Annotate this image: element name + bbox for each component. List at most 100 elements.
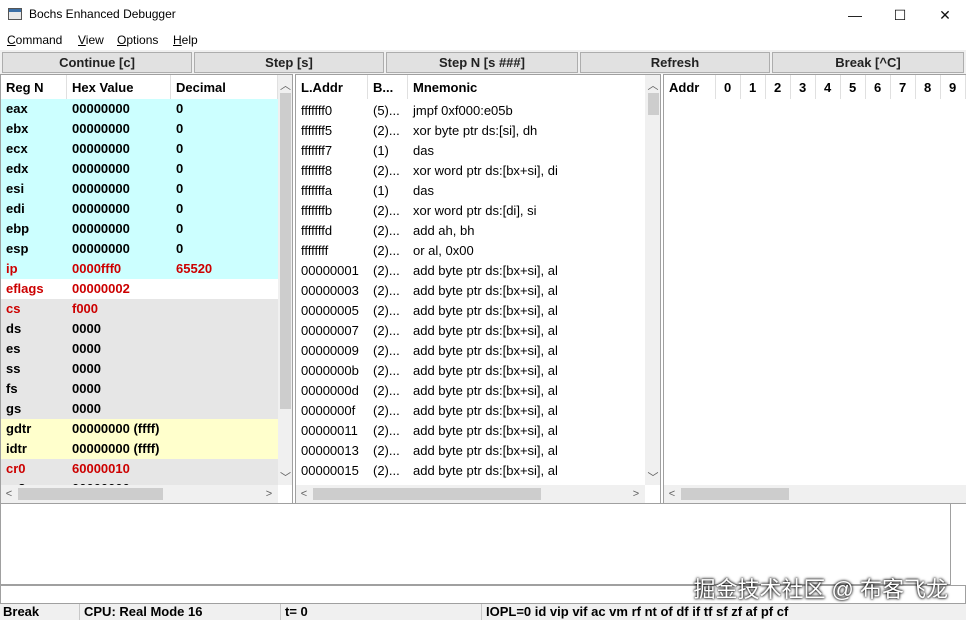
disassembly-row[interactable]: fffffff5 (2)... xor byte ptr ds:[si], dh (296, 121, 645, 141)
col-header-hex-value[interactable]: Hex Value (67, 75, 171, 99)
menu-options[interactable]: Options (117, 33, 158, 47)
register-hex-value: f000 (72, 301, 99, 316)
menu-command[interactable]: Command (7, 33, 62, 47)
scroll-down-arrow-icon[interactable]: ﹀ (645, 469, 660, 485)
col-header-byte-9[interactable]: 9 (941, 75, 966, 99)
registers-vertical-scrollbar[interactable]: ︿ ﹀ (278, 75, 292, 485)
col-header-linear-address[interactable]: L.Addr (296, 75, 368, 99)
disassembly-row[interactable]: fffffffa (1) das (296, 181, 645, 201)
scroll-right-arrow-icon[interactable]: > (261, 486, 277, 502)
col-header-addr[interactable]: Addr (664, 75, 716, 99)
register-row-fs[interactable]: fs 0000 (1, 379, 278, 399)
disassembly-vertical-scrollbar[interactable]: ︿ ﹀ (645, 75, 660, 485)
break-button[interactable]: Break [^C] (772, 52, 964, 73)
scroll-left-arrow-icon[interactable]: < (664, 486, 680, 502)
register-row-edx[interactable]: edx 00000000 0 (1, 159, 278, 179)
disassembly-row[interactable]: fffffffd (2)... add ah, bh (296, 221, 645, 241)
register-row-ds[interactable]: ds 0000 (1, 319, 278, 339)
menu-help[interactable]: Help (173, 33, 198, 47)
col-header-byte-8[interactable]: 8 (916, 75, 941, 99)
col-header-byte-7[interactable]: 7 (891, 75, 916, 99)
instruction-address: 00000007 (301, 323, 359, 338)
col-header-byte-3[interactable]: 3 (791, 75, 816, 99)
col-header-byte-6[interactable]: 6 (866, 75, 891, 99)
step-button[interactable]: Step [s] (194, 52, 384, 73)
register-row-ss[interactable]: ss 0000 (1, 359, 278, 379)
register-row-edi[interactable]: edi 00000000 0 (1, 199, 278, 219)
register-row-eflags[interactable]: eflags 00000002 (1, 279, 278, 299)
scroll-thumb[interactable] (280, 93, 291, 409)
register-row-ip[interactable]: ip 0000fff0 65520 (1, 259, 278, 279)
disassembly-row[interactable]: fffffff7 (1) das (296, 141, 645, 161)
scroll-right-arrow-icon[interactable]: > (628, 486, 644, 502)
scroll-thumb[interactable] (313, 488, 541, 500)
disassembly-row[interactable]: ffffffff (2)... or al, 0x00 (296, 241, 645, 261)
register-row-gs[interactable]: gs 0000 (1, 399, 278, 419)
scroll-left-arrow-icon[interactable]: < (1, 486, 17, 502)
app-icon (8, 8, 22, 20)
registers-horizontal-scrollbar[interactable]: < > (1, 485, 278, 503)
register-row-cr0[interactable]: cr0 60000010 (1, 459, 278, 479)
instruction-address: 00000011 (301, 423, 358, 438)
register-row-esi[interactable]: esi 00000000 0 (1, 179, 278, 199)
scroll-up-arrow-icon[interactable]: ︿ (645, 77, 660, 93)
scroll-thumb[interactable] (648, 93, 659, 115)
col-header-byte-5[interactable]: 5 (841, 75, 866, 99)
register-row-idtr[interactable]: idtr 00000000 (ffff) (1, 439, 278, 459)
menu-view[interactable]: View (78, 33, 104, 47)
instruction-bytes: (2)... (373, 223, 400, 238)
register-name: ebp (6, 221, 30, 236)
disassembly-row[interactable]: 00000003 (2)... add byte ptr ds:[bx+si], a… (296, 281, 645, 301)
register-row-ebx[interactable]: ebx 00000000 0 (1, 119, 278, 139)
register-row-ebp[interactable]: ebp 00000000 0 (1, 219, 278, 239)
disassembly-row[interactable]: 00000011 (2)... add byte ptr ds:[bx+si], a… (296, 421, 645, 441)
scroll-down-arrow-icon[interactable]: ﹀ (278, 469, 292, 485)
registers-panel[interactable]: Reg N Hex Value Decimal eax 00000000 0 ebx 0… (0, 74, 293, 504)
disassembly-row[interactable]: 0000000d (2)... add byte ptr ds:[bx+si], a… (296, 381, 645, 401)
col-header-reg-name[interactable]: Reg N (1, 75, 67, 99)
register-row-es[interactable]: es 0000 (1, 339, 278, 359)
col-header-decimal[interactable]: Decimal (171, 75, 278, 99)
scroll-up-arrow-icon[interactable]: ︿ (278, 77, 292, 93)
refresh-button[interactable]: Refresh (580, 52, 770, 73)
register-row-esp[interactable]: esp 00000000 0 (1, 239, 278, 259)
disassembly-row[interactable]: 00000009 (2)... add byte ptr ds:[bx+si], a… (296, 341, 645, 361)
menu-help-accel: H (173, 33, 182, 47)
register-row-cs[interactable]: cs f000 (1, 299, 278, 319)
disassembly-row[interactable]: 0000000b (2)... add byte ptr ds:[bx+si], a… (296, 361, 645, 381)
disassembly-row[interactable]: fffffff8 (2)... xor word ptr ds:[bx+si], d… (296, 161, 645, 181)
register-row-ecx[interactable]: ecx 00000000 0 (1, 139, 278, 159)
disassembly-row[interactable]: 00000001 (2)... add byte ptr ds:[bx+si], a… (296, 261, 645, 281)
memory-horizontal-scrollbar[interactable]: < (664, 485, 966, 503)
col-header-mnemonic[interactable]: Mnemonic (408, 75, 646, 99)
disassembly-panel[interactable]: L.Addr B... Mnemonic fffffff0 (5)... jmpf … (295, 74, 661, 504)
register-hex-value: 00000000 (ffff) (72, 421, 160, 436)
col-header-byte-4[interactable]: 4 (816, 75, 841, 99)
step-n-button[interactable]: Step N [s ###] (386, 52, 578, 73)
col-header-byte-0[interactable]: 0 (716, 75, 741, 99)
disassembly-row[interactable]: 00000013 (2)... add byte ptr ds:[bx+si], a… (296, 441, 645, 461)
memory-panel[interactable]: Addr 0123456789 < (663, 74, 966, 504)
col-header-byte-1[interactable]: 1 (741, 75, 766, 99)
scroll-left-arrow-icon[interactable]: < (296, 486, 312, 502)
continue-button[interactable]: Continue [c] (2, 52, 192, 73)
disassembly-horizontal-scrollbar[interactable]: < > (296, 485, 645, 503)
register-row-eax[interactable]: eax 00000000 0 (1, 99, 278, 119)
register-row-gdtr[interactable]: gdtr 00000000 (ffff) (1, 419, 278, 439)
close-button[interactable]: ✕ (922, 0, 966, 30)
disassembly-row[interactable]: 0000000f (2)... add byte ptr ds:[bx+si], a… (296, 401, 645, 421)
maximize-button[interactable]: ☐ (877, 0, 923, 30)
scroll-thumb[interactable] (681, 488, 789, 500)
col-header-byte-2[interactable]: 2 (766, 75, 791, 99)
disassembly-row[interactable]: fffffffb (2)... xor word ptr ds:[di], si (296, 201, 645, 221)
disassembly-row[interactable]: 00000015 (2)... add byte ptr ds:[bx+si], a… (296, 461, 645, 481)
disassembly-row[interactable]: fffffff0 (5)... jmpf 0xf000:e05b (296, 101, 645, 121)
scroll-thumb[interactable] (18, 488, 163, 500)
disassembly-row[interactable]: 00000005 (2)... add byte ptr ds:[bx+si], a… (296, 301, 645, 321)
instruction-mnemonic: add byte ptr ds:[bx+si], al (413, 403, 558, 418)
disassembly-row[interactable]: 00000007 (2)... add byte ptr ds:[bx+si], a… (296, 321, 645, 341)
instruction-address: fffffff5 (301, 123, 333, 138)
minimize-button[interactable]: — (832, 0, 878, 30)
instruction-address: 0000000f (301, 403, 356, 418)
col-header-bytes[interactable]: B... (368, 75, 408, 99)
